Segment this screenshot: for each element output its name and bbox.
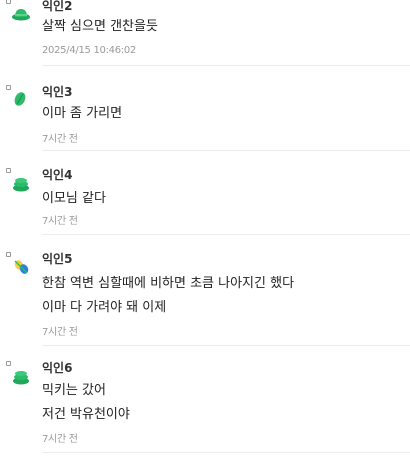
comment-timestamp: 7시간 전 — [42, 434, 78, 445]
comment-item: 익인4 이모님 같다 7시간 전 — [0, 165, 410, 235]
comment-marker — [6, 361, 11, 366]
comment-item: 익인3 이마 좀 가리면 7시간 전 — [0, 82, 410, 152]
comment-timestamp: 7시간 전 — [42, 216, 78, 227]
comment-divider — [42, 345, 410, 346]
comment-divider — [42, 234, 410, 235]
comment-divider — [42, 452, 410, 453]
comment-divider — [42, 150, 410, 151]
comment-marker — [6, 252, 11, 257]
comment-item: 익인6 믹키는 갔어 저건 박유천이야 7시간 전 — [0, 357, 410, 465]
green-leaf-icon — [11, 90, 31, 108]
comment-text: 살짝 심으면 갠찬을듯 — [42, 19, 158, 34]
comment-text: 믹키는 갔어 — [42, 383, 106, 398]
comment-text: 저건 박유천이야 — [42, 407, 130, 422]
comment-item: 익인5 한참 역변 심할때에 비하면 초큼 나아지긴 했다 이마 다 가려야 돼… — [0, 248, 410, 348]
comment-item: 익인2 살짝 심으면 갠찬을듯 2025/4/15 10:46:02 — [0, 0, 410, 67]
comment-divider — [42, 65, 410, 66]
comment-author[interactable]: 익인2 — [42, 0, 72, 14]
green-hat-icon — [11, 175, 31, 193]
comment-timestamp: 7시간 전 — [42, 327, 78, 338]
comment-author[interactable]: 익인4 — [42, 166, 72, 183]
comment-timestamp: 7시간 전 — [42, 134, 78, 145]
comment-marker — [6, 0, 11, 4]
comment-author[interactable]: 익인3 — [42, 83, 72, 100]
comment-author[interactable]: 익인6 — [42, 359, 72, 376]
comment-text: 이마 다 가려야 돼 이제 — [42, 300, 167, 315]
comment-text: 이모님 같다 — [42, 191, 106, 206]
comment-text: 한참 역변 심할때에 비하면 초큼 나아지긴 했다 — [42, 276, 295, 291]
comment-text: 이마 좀 가리면 — [42, 106, 123, 121]
comment-timestamp: 2025/4/15 10:46:02 — [42, 45, 136, 56]
yellow-blue-leaf-icon — [11, 258, 31, 276]
comment-author[interactable]: 익인5 — [42, 250, 72, 267]
comment-marker — [6, 168, 11, 173]
green-hat-icon — [11, 368, 31, 386]
green-hat-icon — [11, 5, 31, 23]
